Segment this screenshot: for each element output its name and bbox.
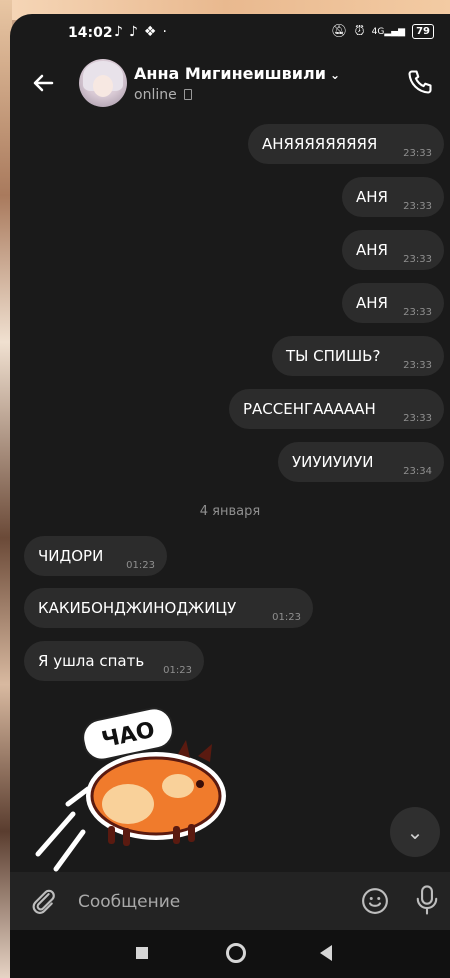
message-time: 23:33 bbox=[403, 254, 432, 265]
paperclip-icon bbox=[32, 889, 55, 914]
message-time: 23:33 bbox=[403, 148, 432, 159]
message-time: 23:33 bbox=[403, 307, 432, 318]
home-button[interactable] bbox=[226, 943, 246, 963]
microphone-icon bbox=[416, 885, 438, 915]
chat-header: Анна Мигинеишвили ⌄ online bbox=[10, 54, 450, 116]
call-button[interactable] bbox=[406, 68, 436, 98]
message-bubble-outgoing[interactable]: УИУИУИУИ 23:34 bbox=[278, 442, 444, 482]
message-input[interactable] bbox=[76, 886, 350, 918]
app-icon: ❖ bbox=[143, 24, 157, 40]
status-bar: 14:02 ♪ ♪ ❖ · 🔕︎ ⏰︎ 4G▂▄▆ 79 bbox=[10, 14, 450, 52]
phone-screen: 14:02 ♪ ♪ ❖ · 🔕︎ ⏰︎ 4G▂▄▆ 79 Анна Мигине… bbox=[10, 14, 450, 978]
message-bubble-outgoing[interactable]: АНЯЯЯЯЯЯЯЯЯ 23:33 bbox=[248, 124, 444, 164]
system-nav-bar bbox=[10, 930, 450, 978]
message-time: 23:33 bbox=[403, 201, 432, 212]
recents-button[interactable] bbox=[136, 947, 148, 959]
status-time: 14:02 bbox=[68, 25, 113, 41]
contact-name[interactable]: Анна Мигинеишвили ⌄ bbox=[134, 64, 340, 83]
message-bubble-incoming[interactable]: ЧИДОРИ 01:23 bbox=[24, 536, 167, 576]
scroll-down-button[interactable]: ⌄ bbox=[390, 807, 440, 857]
message-time: 01:23 bbox=[163, 665, 192, 676]
attach-button[interactable] bbox=[28, 886, 58, 916]
message-bubble-outgoing[interactable]: АНЯ 23:33 bbox=[342, 230, 444, 270]
chevron-down-icon: ⌄ bbox=[406, 820, 424, 844]
message-time: 23:33 bbox=[403, 360, 432, 371]
battery-icon: 79 bbox=[412, 24, 434, 39]
mute-bell-icon: 🔕︎ bbox=[330, 24, 348, 39]
avatar[interactable] bbox=[79, 59, 127, 107]
system-back-button[interactable] bbox=[320, 945, 332, 961]
phone-icon bbox=[408, 70, 432, 94]
message-bubble-outgoing[interactable]: РАССЕНГАААААН 23:33 bbox=[229, 389, 444, 429]
message-bubble-outgoing[interactable]: АНЯ 23:33 bbox=[342, 283, 444, 323]
message-bubble-outgoing[interactable]: АНЯ 23:33 bbox=[342, 177, 444, 217]
tiktok-icon: ♪ bbox=[128, 24, 138, 40]
contact-status: online bbox=[134, 87, 193, 103]
alarm-icon: ⏰︎ bbox=[354, 24, 365, 39]
arrow-left-icon bbox=[33, 74, 54, 92]
message-bubble-incoming[interactable]: Я ушла спать 01:23 bbox=[24, 641, 204, 681]
date-separator: 4 января bbox=[199, 504, 261, 519]
message-time: 01:23 bbox=[272, 612, 301, 623]
message-composer bbox=[10, 872, 450, 930]
message-time: 23:34 bbox=[403, 466, 432, 477]
chevron-down-icon: ⌄ bbox=[329, 68, 340, 82]
back-button[interactable] bbox=[28, 68, 60, 100]
smile-icon bbox=[362, 888, 388, 914]
message-bubble-outgoing[interactable]: ТЫ СПИШЬ? 23:33 bbox=[272, 336, 444, 376]
message-bubble-incoming[interactable]: КАКИБОНДЖИНОДЖИЦУ 01:23 bbox=[24, 588, 313, 628]
message-time: 23:33 bbox=[403, 413, 432, 424]
device-icon bbox=[184, 89, 193, 100]
voice-message-button[interactable] bbox=[412, 884, 442, 916]
dot-icon: · bbox=[162, 24, 167, 40]
tiktok-icon: ♪ bbox=[114, 24, 123, 40]
capybara-sticker[interactable]: ЧАО bbox=[28, 704, 238, 879]
signal-icon: 4G▂▄▆ bbox=[371, 26, 406, 37]
message-time: 01:23 bbox=[126, 560, 155, 571]
emoji-button[interactable] bbox=[360, 886, 390, 916]
